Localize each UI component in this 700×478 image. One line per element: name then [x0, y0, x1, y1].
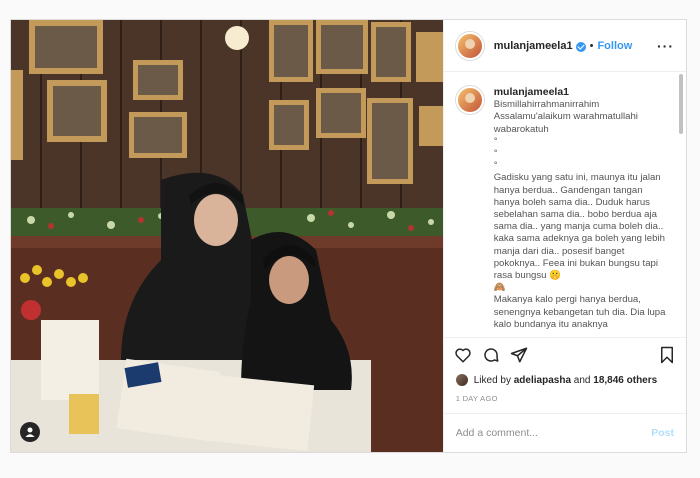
caption: mulanjameela1 Bismillahirrahmanirrahim A… — [494, 86, 670, 337]
likes-count[interactable]: 18,846 others — [593, 375, 657, 386]
comment-box: Post — [444, 414, 686, 452]
action-bar — [444, 338, 686, 372]
comment-input[interactable] — [455, 427, 652, 439]
post-comment-button[interactable]: Post — [651, 427, 674, 439]
caption-text: Bismillahirrahmanirrahim Assalamu'alaiku… — [493, 99, 666, 330]
caption-username[interactable]: mulanjameela1 — [494, 86, 670, 98]
photo-scene — [11, 20, 443, 452]
caption-avatar[interactable] — [455, 86, 484, 114]
bookmark-icon[interactable] — [658, 346, 676, 364]
comment-icon[interactable] — [482, 346, 500, 364]
follow-button[interactable]: Follow — [597, 40, 632, 52]
avatar[interactable] — [455, 31, 484, 60]
likes-connector: and — [573, 374, 591, 386]
person-icon — [25, 427, 35, 437]
share-icon[interactable] — [510, 346, 528, 364]
post-sidebar: mulanjameela1 • Follow ··· mulanjameela1… — [442, 20, 686, 452]
heart-icon[interactable] — [454, 346, 472, 364]
likes-prefix: Liked by — [473, 374, 511, 386]
separator-dot: • — [589, 39, 594, 52]
likes-summary: Liked by adeliapasha and 18,846 others — [444, 372, 686, 388]
post-header: mulanjameela1 • Follow ··· — [443, 20, 686, 72]
post-photo[interactable] — [11, 20, 443, 452]
post-timestamp[interactable]: 1 DAY AGO — [443, 388, 686, 414]
user-tag-icon[interactable] — [20, 422, 40, 442]
verified-badge-icon — [575, 41, 586, 52]
username-link[interactable]: mulanjameela1 — [494, 40, 573, 52]
caption-scrollbar[interactable] — [679, 74, 683, 134]
caption-area: mulanjameela1 Bismillahirrahmanirrahim A… — [443, 72, 686, 338]
liker-avatar[interactable] — [455, 374, 468, 386]
liker-username[interactable]: adeliapasha — [514, 375, 571, 386]
instagram-post: mulanjameela1 • Follow ··· mulanjameela1… — [10, 19, 687, 453]
more-options-icon[interactable]: ··· — [657, 38, 674, 54]
